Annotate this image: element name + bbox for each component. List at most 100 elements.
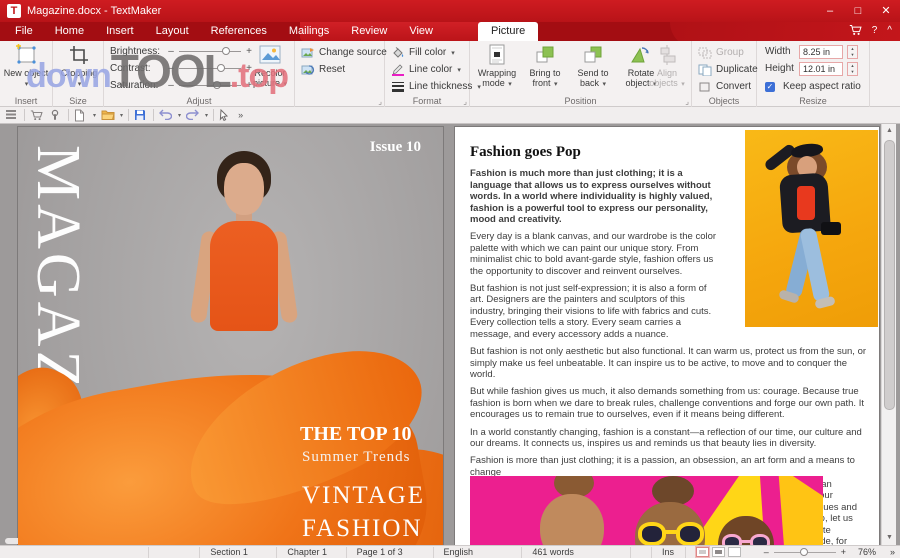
toolbar-overflow-icon[interactable]: » [238,110,243,120]
status-page[interactable]: Page 1 of 3 [345,546,433,558]
vertical-scrollbar-thumb[interactable] [884,140,895,410]
open-file-icon[interactable] [101,109,115,122]
dropdown-arrow-icon: ▾ [554,81,558,88]
view-fullscreen-button[interactable] [727,547,741,557]
tab-file[interactable]: File [4,22,44,41]
status-language[interactable]: English [432,546,522,558]
undo-dropdown-icon[interactable]: ▾ [178,112,181,119]
bring-to-front-icon [533,44,557,66]
height-stepper[interactable]: ▲ ▼ [847,61,858,76]
redo-dropdown-icon[interactable]: ▾ [205,112,208,119]
width-stepper[interactable]: ▲ ▼ [847,44,858,59]
select-pointer-icon[interactable] [219,108,233,122]
close-button[interactable]: ✕ [872,0,900,22]
sidebar-toggle-icon[interactable] [5,109,19,122]
recolor-picture-button[interactable]: Recolor picture ▾ [246,44,294,90]
fill-color-button[interactable]: Fill color ▾ [391,45,455,60]
page-1-magazine-cover[interactable]: MAGAZINE Issue 10 THE TOP 10 Summer Tren… [18,127,443,545]
saturation-slider[interactable] [179,81,241,89]
status-section[interactable]: Section 1 [199,546,276,558]
cropping-button[interactable]: Cropping ▾ [54,44,104,90]
height-input[interactable] [799,61,843,76]
minimize-button[interactable]: – [816,0,844,22]
collapse-ribbon-icon[interactable]: ^ [887,24,892,38]
dialog-launcher-source[interactable]: ⌟ [378,97,382,106]
tab-view[interactable]: View [398,22,444,41]
help-icon[interactable]: ? [872,24,878,38]
shop-cart-icon[interactable] [849,24,862,38]
bring-to-front-button[interactable]: Bring to front ▾ [520,44,570,90]
app-icon [7,4,21,18]
tab-home[interactable]: Home [44,22,95,41]
height-spin-down-icon[interactable]: ▼ [848,69,857,75]
reset-icon [301,64,315,76]
keep-aspect-row[interactable]: ✓ Keep aspect ratio [765,79,861,94]
photo-yellow-fashion-girl[interactable] [745,130,878,327]
line-thickness-button[interactable]: Line thickness ▾ [391,79,481,94]
undo-icon[interactable] [159,109,173,122]
new-document-dropdown-icon[interactable]: ▾ [93,112,96,119]
contrast-slider-thumb[interactable] [217,64,226,72]
page-2-article[interactable]: Fashion goes Pop Fashion is much more th… [455,127,879,545]
new-document-icon[interactable] [74,109,88,122]
touch-mode-icon[interactable] [49,109,63,122]
saturation-minus[interactable]: – [166,80,176,91]
brightness-slider-thumb[interactable] [222,47,231,55]
tab-layout[interactable]: Layout [145,22,200,41]
zoom-out-icon[interactable]: – [764,547,769,558]
change-source-button[interactable]: Change source [301,45,387,60]
cover-issue-label: Issue 10 [369,139,421,155]
document-workspace[interactable]: MAGAZINE Issue 10 THE TOP 10 Summer Tren… [0,124,900,545]
new-object-button[interactable]: New object ▾ [1,44,51,90]
model-face [224,163,264,215]
scroll-up-icon[interactable]: ▲ [882,124,897,138]
cover-feature-line2: FASHION [302,515,423,542]
status-overflow-icon[interactable]: » [880,547,900,558]
photo-pink-sunglasses-group[interactable] [470,476,823,545]
redo-icon[interactable] [186,109,200,122]
group-label-resize: Resize [799,96,827,106]
brightness-label: Brightness: [110,46,161,57]
zoom-in-icon[interactable]: + [841,547,846,558]
wrapping-mode-button[interactable]: Wrapping mode ▾ [472,44,522,90]
open-file-dropdown-icon[interactable]: ▾ [120,112,123,119]
zoom-slider[interactable] [773,547,836,556]
scroll-down-icon[interactable]: ▼ [882,531,897,545]
status-chapter[interactable]: Chapter 1 [276,546,345,558]
contrast-minus[interactable]: – [166,63,176,74]
group-button[interactable]: Group [698,45,744,60]
status-insert-mode[interactable]: Ins [650,546,685,558]
dialog-launcher-position[interactable]: ⌟ [685,97,689,106]
tab-references[interactable]: References [200,22,278,41]
article-paragraph: In a world constantly changing, fashion … [470,426,862,449]
view-normal-button[interactable] [695,547,709,557]
line-color-label: Line color [409,64,453,75]
width-input[interactable] [799,44,843,59]
duplicate-button[interactable]: Duplicate [698,62,758,77]
tab-mailings[interactable]: Mailings [278,22,340,41]
status-word-count[interactable]: 461 words [521,546,630,558]
shop-icon[interactable] [30,109,44,122]
brightness-minus[interactable]: – [166,46,176,57]
contrast-slider[interactable] [179,64,241,72]
zoom-slider-thumb[interactable] [799,547,808,556]
saturation-slider-thumb[interactable] [213,81,222,89]
photo-girl-red-top [797,186,815,220]
zoom-percentage[interactable]: 76% [848,547,880,558]
align-objects-button[interactable]: Align objects ▾ [642,44,692,90]
vertical-scrollbar[interactable]: ▲ ▼ [881,124,896,545]
convert-button[interactable]: Convert [698,79,751,94]
line-color-button[interactable]: Line color ▾ [391,62,461,77]
keep-aspect-checkbox[interactable]: ✓ [765,81,775,92]
send-to-back-button[interactable]: Send to back ▾ [568,44,618,90]
tab-picture-active[interactable]: Picture [477,22,539,41]
tab-insert[interactable]: Insert [95,22,145,41]
reset-button[interactable]: Reset [301,62,345,77]
tab-review[interactable]: Review [340,22,398,41]
brightness-slider[interactable] [179,47,241,55]
view-master-button[interactable] [711,547,725,557]
width-spin-down-icon[interactable]: ▼ [848,52,857,58]
save-icon[interactable] [134,109,148,122]
dialog-launcher-format[interactable]: ⌟ [463,97,467,106]
maximize-button[interactable]: □ [844,0,872,22]
